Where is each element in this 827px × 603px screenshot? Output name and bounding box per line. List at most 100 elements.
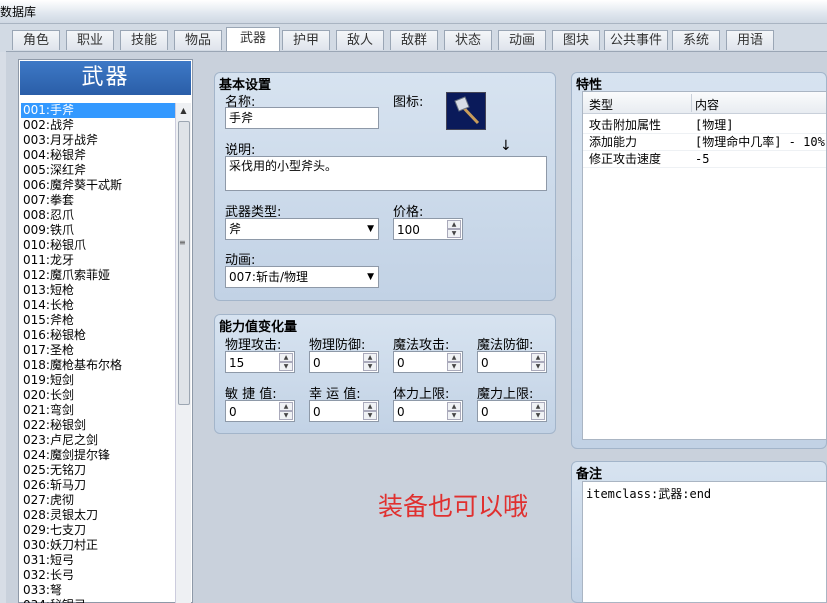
list-item[interactable]: 028:灵银太刀	[21, 508, 175, 523]
luk-value: 0	[313, 405, 321, 419]
tab-terms[interactable]: 用语	[726, 30, 774, 50]
list-item[interactable]: 030:妖刀村正	[21, 538, 175, 553]
mdf-stepper[interactable]: 0 ▲ ▼	[477, 351, 547, 373]
spin-down-icon[interactable]: ▼	[279, 411, 293, 420]
price-stepper[interactable]: 100 ▲ ▼	[393, 218, 463, 240]
mat-stepper[interactable]: 0 ▲ ▼	[393, 351, 463, 373]
spin-down-icon[interactable]: ▼	[447, 229, 461, 238]
list-item[interactable]: 010:秘银爪	[21, 238, 175, 253]
list-item[interactable]: 024:魔剑提尔锋	[21, 448, 175, 463]
list-item[interactable]: 006:魔斧葵干忒斯	[21, 178, 175, 193]
tab-troops[interactable]: 敌群	[390, 30, 438, 50]
list-item[interactable]: 017:圣枪	[21, 343, 175, 358]
list-item[interactable]: 013:短枪	[21, 283, 175, 298]
spin-down-icon[interactable]: ▼	[531, 362, 545, 371]
list-item[interactable]: 014:长枪	[21, 298, 175, 313]
spin-up-icon[interactable]: ▲	[447, 402, 461, 411]
list-item[interactable]: 029:七支刀	[21, 523, 175, 538]
tab-bar: 角色 职业 技能 物品 武器 护甲 敌人 敌群 状态 动画 图块 公共事件 系统…	[0, 24, 827, 52]
spin-up-icon[interactable]: ▲	[279, 402, 293, 411]
window-titlebar: 数据库	[0, 0, 827, 24]
list-item[interactable]: 019:短剑	[21, 373, 175, 388]
list-item[interactable]: 001:手斧	[21, 103, 175, 118]
spin-down-icon[interactable]: ▼	[447, 411, 461, 420]
list-item[interactable]: 021:弯剑	[21, 403, 175, 418]
spin-up-icon[interactable]: ▲	[447, 353, 461, 362]
trait-content-cell: -5	[695, 152, 710, 166]
list-item[interactable]: 025:无铭刀	[21, 463, 175, 478]
list-item[interactable]: 004:秘银斧	[21, 148, 175, 163]
list-item[interactable]: 033:弩	[21, 583, 175, 598]
list-item[interactable]: 007:拳套	[21, 193, 175, 208]
list-item[interactable]: 002:战斧	[21, 118, 175, 133]
table-row[interactable]: 添加能力 [物理命中几率] - 10%	[583, 134, 826, 151]
agi-stepper[interactable]: 0 ▲ ▼	[225, 400, 295, 422]
spin-up-icon[interactable]: ▲	[363, 402, 377, 411]
price-value: 100	[397, 223, 420, 237]
description-field[interactable]: 采伐用的小型斧头。	[225, 156, 547, 191]
table-row[interactable]: 修正攻击速度 -5	[583, 151, 826, 168]
tab-weapons[interactable]: 武器	[226, 27, 280, 51]
tab-common-events[interactable]: 公共事件	[604, 30, 668, 50]
tab-armors[interactable]: 护甲	[282, 30, 330, 50]
table-row[interactable]: 攻击附加属性 [物理]	[583, 117, 826, 134]
icon-picker[interactable]	[446, 92, 486, 130]
list-item[interactable]: 003:月牙战斧	[21, 133, 175, 148]
list-item[interactable]: 005:深红斧	[21, 163, 175, 178]
list-item[interactable]: 026:斩马刀	[21, 478, 175, 493]
spin-down-icon[interactable]: ▼	[279, 362, 293, 371]
tab-enemies[interactable]: 敌人	[336, 30, 384, 50]
traits-col-type[interactable]: 类型	[589, 96, 613, 113]
def-stepper[interactable]: 0 ▲ ▼	[309, 351, 379, 373]
list-item[interactable]: 032:长弓	[21, 568, 175, 583]
tab-tilesets[interactable]: 图块	[552, 30, 600, 50]
animation-select[interactable]: 007:斩击/物理 ▼	[225, 266, 379, 288]
mouse-cursor-icon: ↓	[500, 138, 512, 154]
spin-down-icon[interactable]: ▼	[363, 411, 377, 420]
note-textarea[interactable]: itemclass:武器:end	[582, 481, 827, 603]
spin-down-icon[interactable]: ▼	[531, 411, 545, 420]
traits-col-content[interactable]: 内容	[695, 96, 719, 113]
list-item[interactable]: 034:秘银弓	[21, 598, 175, 603]
scroll-thumb[interactable]	[178, 121, 190, 405]
animation-value: 007:斩击/物理	[229, 270, 308, 284]
tab-system[interactable]: 系统	[672, 30, 720, 50]
chevron-down-icon: ▼	[367, 224, 374, 234]
icon-label: 图标:	[393, 95, 424, 110]
tab-items[interactable]: 物品	[174, 30, 222, 50]
tab-classes[interactable]: 职业	[66, 30, 114, 50]
mmp-stepper[interactable]: 0 ▲ ▼	[477, 400, 547, 422]
list-item[interactable]: 022:秘银剑	[21, 418, 175, 433]
list-item[interactable]: 016:秘银枪	[21, 328, 175, 343]
list-item[interactable]: 023:卢尼之剑	[21, 433, 175, 448]
list-item[interactable]: 027:虎彻	[21, 493, 175, 508]
spin-up-icon[interactable]: ▲	[279, 353, 293, 362]
mhp-stepper[interactable]: 0 ▲ ▼	[393, 400, 463, 422]
tab-states[interactable]: 状态	[444, 30, 492, 50]
weapon-type-select[interactable]: 斧 ▼	[225, 218, 379, 240]
spin-up-icon[interactable]: ▲	[531, 353, 545, 362]
spin-up-icon[interactable]: ▲	[363, 353, 377, 362]
list-item[interactable]: 031:短弓	[21, 553, 175, 568]
spin-down-icon[interactable]: ▼	[447, 362, 461, 371]
atk-stepper[interactable]: 15 ▲ ▼	[225, 351, 295, 373]
name-field[interactable]: 手斧	[225, 107, 379, 129]
list-item[interactable]: 008:忍爪	[21, 208, 175, 223]
tab-skills[interactable]: 技能	[120, 30, 168, 50]
spin-up-icon[interactable]: ▲	[447, 220, 461, 229]
spin-down-icon[interactable]: ▼	[363, 362, 377, 371]
list-item[interactable]: 020:长剑	[21, 388, 175, 403]
list-item[interactable]: 018:魔枪基布尔格	[21, 358, 175, 373]
tab-actors[interactable]: 角色	[12, 30, 60, 50]
tab-animations[interactable]: 动画	[498, 30, 546, 50]
spin-up-icon[interactable]: ▲	[531, 402, 545, 411]
list-item[interactable]: 015:斧枪	[21, 313, 175, 328]
traits-table[interactable]: 类型 内容 攻击附加属性 [物理] 添加能力 [物理命中几率] - 10% 修正…	[582, 91, 827, 440]
trait-type-cell: 修正攻击速度	[589, 152, 662, 166]
list-item[interactable]: 009:铁爪	[21, 223, 175, 238]
list-item[interactable]: 011:龙牙	[21, 253, 175, 268]
weapon-list-scrollbar[interactable]: ▲ ≡	[175, 103, 191, 603]
luk-stepper[interactable]: 0 ▲ ▼	[309, 400, 379, 422]
list-item[interactable]: 012:魔爪索菲娅	[21, 268, 175, 283]
scroll-up-icon[interactable]: ▲	[178, 105, 189, 117]
